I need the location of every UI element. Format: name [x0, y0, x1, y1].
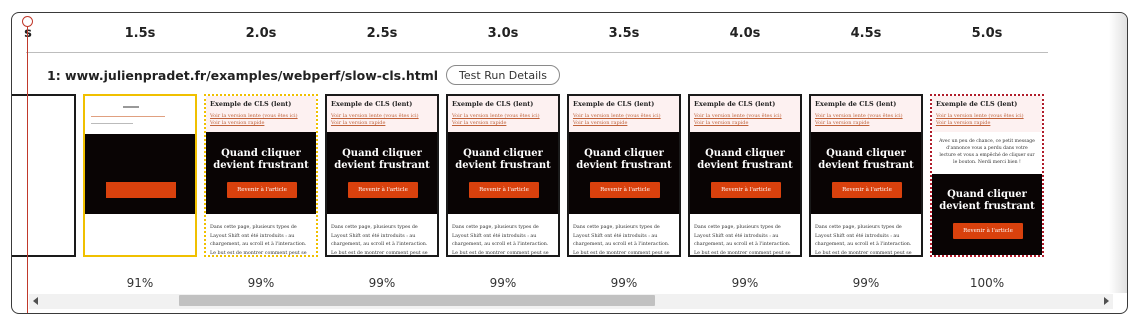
frame-link: Voir la version rapide — [331, 120, 386, 126]
frame-link: Voir la version lente (vous êtes ici) — [452, 113, 540, 119]
frame-hero — [690, 132, 800, 214]
frame-cta: Revenir à l'article — [953, 223, 1023, 239]
frame-notice: Avec un peu de chance, ce petit message … — [939, 139, 1035, 165]
run-header: 1: www.julienpradet.fr/examples/webperf/… — [47, 65, 560, 85]
frame-page-title: Exemple de CLS (lent) — [331, 100, 413, 108]
filmstrip-frame[interactable]: Exemple de CLS (lent) Voir la version le… — [809, 94, 923, 257]
frame-hero-title: Quand cliquer devient frustrant — [576, 148, 672, 171]
time-tick: 3.0s — [487, 26, 519, 41]
frame-hero — [811, 132, 921, 214]
frame-hero — [448, 132, 558, 214]
visual-progress: 91% — [126, 276, 154, 290]
frame-hero — [206, 132, 316, 214]
frame-link: Voir la version rapide — [210, 120, 265, 126]
run-url: 1: www.julienpradet.fr/examples/webperf/… — [47, 67, 439, 83]
time-tick: s — [24, 26, 32, 41]
frame-link: Voir la version lente (vous êtes ici) — [331, 113, 419, 119]
time-tick: 4.5s — [850, 26, 882, 41]
frame-link: Voir la version lente (vous êtes ici) — [210, 113, 298, 119]
filmstrip-frame[interactable] — [12, 94, 76, 257]
frame-link: Voir la version lente (vous êtes ici) — [936, 113, 1024, 119]
frame-body-text: Dans cette page, plusieurs types de Layo… — [210, 225, 307, 256]
frame-hero-title: Quand cliquer devient frustrant — [213, 148, 309, 171]
frame-page-title: Exemple de CLS (lent) — [694, 100, 776, 108]
scroll-right-arrow-icon[interactable] — [1104, 297, 1109, 305]
frame-cta: Revenir à l'article — [348, 182, 418, 198]
frame-body-text: Dans cette page, plusieurs types de Layo… — [331, 225, 428, 256]
frame-page-title: Exemple de CLS (lent) — [936, 100, 1018, 108]
frame-body-text: Dans cette page, plusieurs types de Layo… — [452, 225, 549, 256]
frame-hero-title: Quand cliquer devient frustrant — [334, 148, 430, 171]
time-tick: 1.5s — [124, 26, 156, 41]
frame-link: Voir la version lente (vous êtes ici) — [573, 113, 661, 119]
visual-progress: 100% — [969, 276, 1005, 290]
frame-link: Voir la version rapide — [452, 120, 507, 126]
frame-cta: Revenir à l'article — [469, 182, 539, 198]
visual-progress: 99% — [731, 276, 759, 290]
timeline-axis — [26, 52, 1048, 53]
visual-progress: 99% — [852, 276, 880, 290]
test-run-details-button[interactable]: Test Run Details — [446, 65, 560, 85]
visual-progress: 99% — [610, 276, 638, 290]
filmstrip-frame[interactable]: Exemple de CLS (lent) Voir la version le… — [688, 94, 802, 257]
skeleton-line — [91, 116, 165, 118]
frame-hero-title: Quand cliquer devient frustrant — [818, 148, 914, 171]
frame-hero — [327, 132, 437, 214]
frame-cta: Revenir à l'article — [711, 182, 781, 198]
frame-page-title: Exemple de CLS (lent) — [452, 100, 534, 108]
scrollbar-thumb[interactable] — [179, 295, 655, 306]
frame-hero — [85, 134, 195, 214]
frame-cta — [106, 182, 176, 198]
frame-hero-title: Quand cliquer devient frustrant — [455, 148, 551, 171]
frame-cta: Revenir à l'article — [227, 182, 297, 198]
filmstrip-frame[interactable]: Exemple de CLS (lent) Voir la version le… — [446, 94, 560, 257]
frame-hero-title: Quand cliquer devient frustrant — [697, 148, 793, 171]
frame-link: Voir la version lente (vous êtes ici) — [815, 113, 903, 119]
scroll-left-arrow-icon[interactable] — [33, 297, 38, 305]
frame-link: Voir la version rapide — [694, 120, 749, 126]
playhead-handle[interactable] — [22, 16, 33, 27]
frame-link: Voir la version rapide — [936, 120, 991, 126]
filmstrip-frame[interactable]: Exemple de CLS (lent) Voir la version le… — [204, 94, 318, 257]
time-tick: 2.0s — [245, 26, 277, 41]
frame-body-text: Dans cette page, plusieurs types de Layo… — [694, 225, 791, 256]
visual-progress: 99% — [489, 276, 517, 290]
filmstrip-frame[interactable]: Exemple de CLS (lent) Voir la version le… — [930, 94, 1044, 257]
time-tick: 4.0s — [729, 26, 761, 41]
frame-hero-title: Quand cliquer devient frustrant — [939, 189, 1035, 212]
frame-hero — [932, 174, 1042, 255]
filmstrip-panel: s 1.5s 2.0s 2.5s 3.0s 3.5s 4.0s 4.5s 5.0… — [11, 12, 1128, 314]
frame-body-text: Dans cette page, plusieurs types de Layo… — [573, 225, 670, 256]
time-tick: 3.5s — [608, 26, 640, 41]
frame-page-title: Exemple de CLS (lent) — [815, 100, 897, 108]
time-tick: 2.5s — [366, 26, 398, 41]
visual-progress: 99% — [368, 276, 396, 290]
filmstrip-frame[interactable]: Exemple de CLS (lent) Voir la version le… — [325, 94, 439, 257]
frame-body-text: Dans cette page, plusieurs types de Layo… — [815, 225, 912, 256]
frame-hero — [569, 132, 679, 214]
filmstrip-frame[interactable]: Exemple de CLS (lent) Voir la version le… — [567, 94, 681, 257]
frame-page-title: Exemple de CLS (lent) — [573, 100, 655, 108]
playhead-line — [27, 21, 28, 313]
frame-cta: Revenir à l'article — [590, 182, 660, 198]
skeleton-line — [91, 123, 133, 125]
horizontal-scrollbar[interactable] — [29, 294, 1113, 309]
time-tick: 5.0s — [971, 26, 1003, 41]
frame-link: Voir la version lente (vous êtes ici) — [694, 113, 782, 119]
filmstrip-frame[interactable] — [83, 94, 197, 257]
scroll-fade — [1109, 13, 1127, 293]
visual-progress: 99% — [247, 276, 275, 290]
frame-link: Voir la version rapide — [815, 120, 870, 126]
frame-link: Voir la version rapide — [573, 120, 628, 126]
frame-cta: Revenir à l'article — [832, 182, 902, 198]
frame-page-title: Exemple de CLS (lent) — [210, 100, 292, 108]
skeleton-line — [123, 106, 139, 108]
